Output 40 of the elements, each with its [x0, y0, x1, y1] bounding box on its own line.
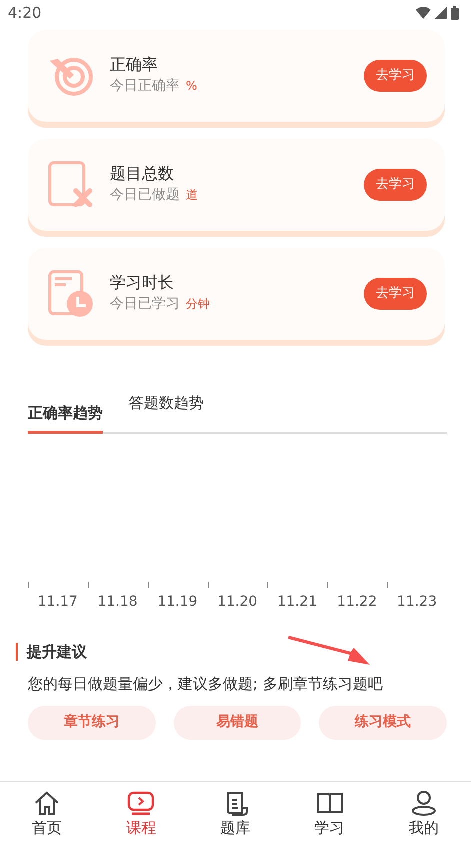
study-button[interactable]: 去学习: [364, 169, 427, 201]
unit-label: %: [186, 78, 198, 95]
stat-label: 今日已学习: [110, 294, 180, 314]
nav-tab[interactable]: 学习: [282, 782, 377, 843]
trend-tab[interactable]: 正确率趋势: [28, 390, 103, 434]
unit-label: 道: [186, 186, 198, 204]
axis-label: 11.23: [397, 594, 438, 610]
signal-icon: [435, 7, 447, 19]
stat-label: 今日正确率: [110, 76, 180, 96]
axis-label: 11.19: [158, 594, 198, 610]
stat-title: 学习时长: [110, 273, 175, 294]
axis-label: 11.21: [277, 594, 318, 610]
stat-title: 题目总数: [110, 164, 175, 185]
axis-label: 11.22: [337, 594, 378, 610]
axis-label: 11.18: [98, 594, 138, 610]
practice-button[interactable]: 练习模式: [319, 706, 448, 740]
practice-button[interactable]: 章节练习: [28, 706, 156, 740]
suggestion-text: 您的每日做题量偏少，建议多做题; 多刷章节练习题吧: [28, 674, 384, 695]
play-screen-icon: [127, 790, 156, 817]
document-x-icon: [48, 161, 94, 209]
nav-tab[interactable]: 首页: [0, 782, 94, 843]
home-icon: [33, 790, 62, 817]
nav-tab[interactable]: 课程: [94, 782, 188, 843]
nav-tab[interactable]: 题库: [188, 782, 283, 843]
nav-tab[interactable]: 我的: [376, 782, 471, 843]
trend-tab[interactable]: 答题数趋势: [129, 390, 204, 434]
arrow-icon: [288, 636, 370, 666]
user-icon: [410, 790, 438, 817]
practice-button[interactable]: 易错题: [174, 706, 302, 740]
stat-title: 正确率: [110, 55, 159, 76]
status-time: 4:20: [8, 2, 42, 24]
study-button[interactable]: 去学习: [364, 60, 427, 92]
axis-label: 11.20: [217, 594, 258, 610]
battery-icon: [451, 6, 459, 20]
document-clock-icon: [48, 270, 94, 318]
wifi-icon: [416, 7, 431, 19]
unit-label: 分钟: [186, 296, 210, 313]
study-button[interactable]: 去学习: [364, 278, 427, 310]
stat-label: 今日已做题: [110, 186, 180, 205]
axis-label: 11.17: [38, 594, 78, 610]
